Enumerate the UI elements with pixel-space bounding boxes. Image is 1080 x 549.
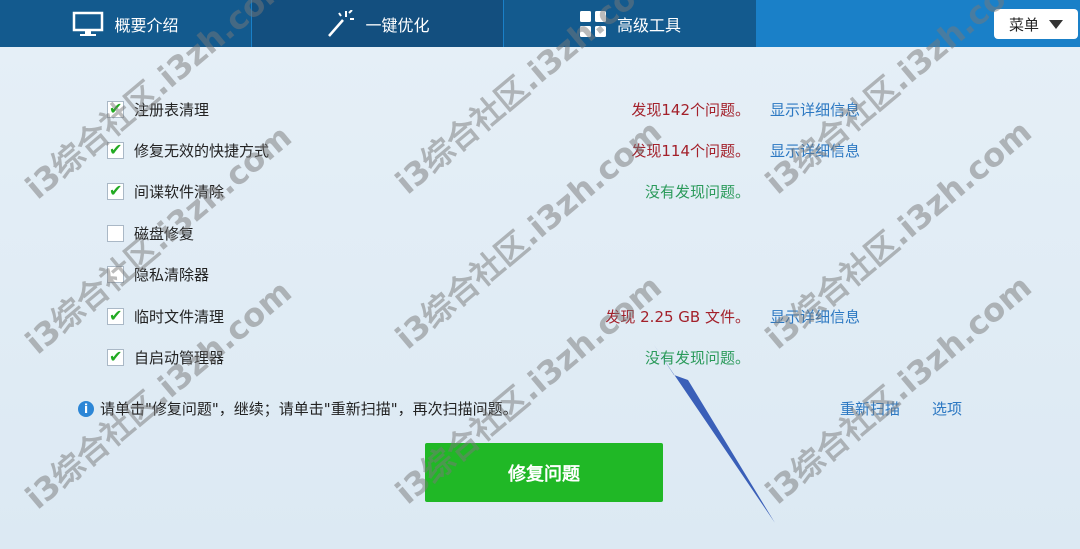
checkbox-spyware-removal[interactable]: ✔ (107, 181, 124, 200)
list-item: ✔ 修复无效的快捷方式 发现114个问题。 显示详细信息 (0, 140, 1080, 164)
top-tab-bar: 概要介绍 一键优化 高级工具 菜单 (0, 0, 1080, 47)
item-status: 发现 2.25 GB 文件。 (605, 308, 750, 326)
item-status: 发现142个问题。 (631, 101, 750, 119)
checkbox-disk-repair[interactable] (107, 225, 124, 242)
show-details-link[interactable]: 显示详细信息 (770, 140, 860, 162)
item-label: 自启动管理器 (134, 349, 225, 367)
check-icon: ✔ (109, 306, 123, 325)
info-text: 请单击"修复问题"，继续；请单击"重新扫描"，再次扫描问题。 (100, 400, 518, 418)
checkbox-privacy-cleaner[interactable] (107, 266, 124, 283)
item-status: 发现114个问题。 (631, 142, 750, 160)
checkbox-shortcut-fixer[interactable]: ✔ (107, 140, 124, 159)
list-item: ✔ 自启动管理器 没有发现问题。 (0, 347, 1080, 371)
checkbox-startup-manager[interactable]: ✔ (107, 347, 124, 366)
item-status: 没有发现问题。 (644, 349, 750, 367)
list-item: 磁盘修复 (0, 223, 1080, 247)
check-icon: ✔ (109, 99, 123, 118)
tab-one-click-optimize[interactable]: 一键优化 (252, 0, 503, 47)
item-label: 修复无效的快捷方式 (134, 142, 270, 160)
tab-advanced-tools[interactable]: 高级工具 (504, 0, 756, 47)
list-item: 隐私清除器 (0, 264, 1080, 288)
checkbox-temp-file-cleaner[interactable]: ✔ (107, 306, 124, 325)
checkbox-registry-cleaner[interactable]: ✔ (107, 99, 124, 118)
menu-button[interactable]: 菜单 (994, 9, 1078, 39)
tab-label: 概要介绍 (114, 15, 179, 35)
options-link[interactable]: 选项 (932, 398, 962, 419)
grid-icon (579, 10, 607, 38)
tab-label: 一键优化 (365, 15, 430, 35)
triangle-down-icon (1049, 19, 1063, 29)
show-details-link[interactable]: 显示详细信息 (770, 99, 860, 121)
item-label: 磁盘修复 (134, 225, 195, 243)
menu-label: 菜单 (1008, 15, 1039, 34)
fix-problems-button[interactable]: 修复问题 (425, 443, 663, 502)
check-icon: ✔ (109, 140, 123, 159)
tab-label: 高级工具 (616, 15, 681, 35)
list-item: ✔ 间谍软件清除 没有发现问题。 (0, 181, 1080, 205)
list-item: ✔ 注册表清理 发现142个问题。 显示详细信息 (0, 99, 1080, 123)
list-item: ✔ 临时文件清理 发现 2.25 GB 文件。 显示详细信息 (0, 306, 1080, 330)
tab-overview[interactable]: 概要介绍 (0, 0, 251, 47)
show-details-link[interactable]: 显示详细信息 (770, 306, 860, 328)
check-icon: ✔ (109, 347, 123, 366)
monitor-icon (72, 11, 104, 37)
item-label: 注册表清理 (134, 101, 210, 119)
info-message: i 请单击"修复问题"，继续；请单击"重新扫描"，再次扫描问题。 (78, 398, 518, 419)
item-label: 间谍软件清除 (134, 183, 225, 201)
item-label: 隐私清除器 (134, 266, 210, 284)
item-status: 没有发现问题。 (644, 183, 750, 201)
rescan-link[interactable]: 重新扫描 (840, 398, 900, 419)
info-icon: i (78, 400, 94, 417)
item-label: 临时文件清理 (134, 308, 225, 326)
magic-wand-icon (325, 9, 355, 38)
check-icon: ✔ (109, 181, 123, 200)
